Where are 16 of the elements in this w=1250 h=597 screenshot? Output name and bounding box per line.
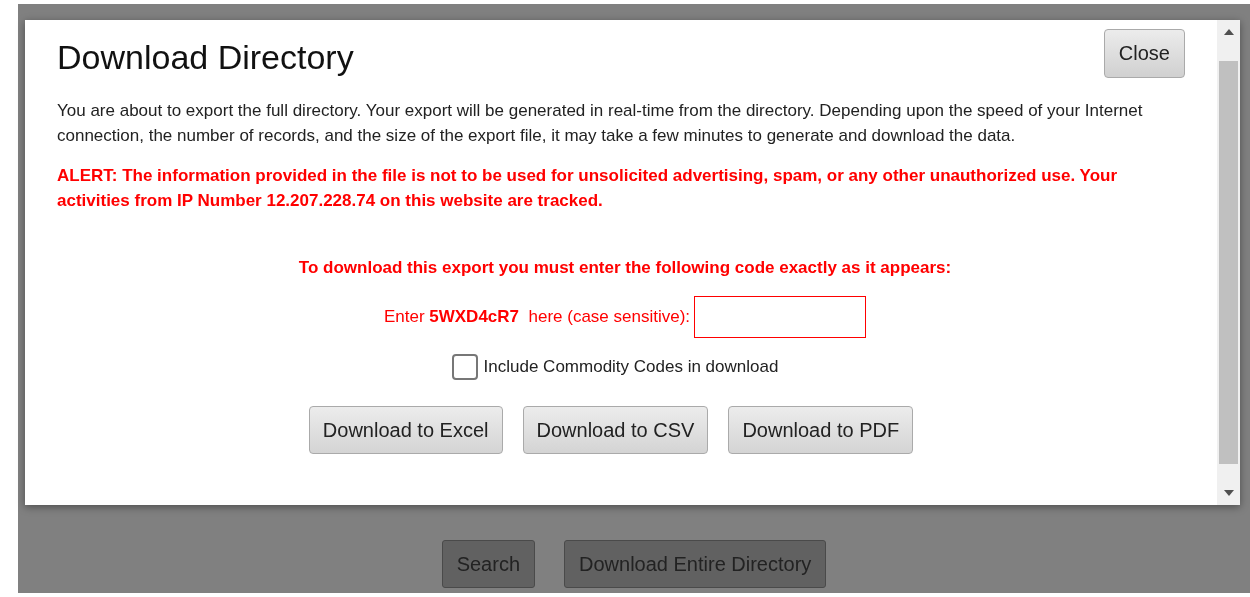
alert-text: ALERT: The information provided in the file is not to be used for unsolicited advertising, spam, or any other unauthorized use. Your activities from IP Number 12.207.228.74 on this website are tracked. xyxy=(57,165,1119,212)
scrollbar[interactable] xyxy=(1217,20,1240,505)
download-button[interactable]: Download to CSV xyxy=(522,406,709,454)
checkbox-label: Include Commodity Codes in download xyxy=(483,357,779,377)
scroll-down-icon[interactable] xyxy=(1223,490,1234,496)
scrollbar-thumb[interactable] xyxy=(1219,61,1238,464)
close-button[interactable]: Close xyxy=(1103,29,1185,78)
checkbox[interactable] xyxy=(451,354,478,380)
download-button[interactable]: Download to PDF xyxy=(728,406,914,454)
instruction-text: To download this export you must enter the following code exactly as it appears: xyxy=(297,258,953,278)
code-input-field[interactable] xyxy=(694,296,867,338)
dialog-title: Download Directory xyxy=(57,38,354,77)
description-text: You are about to export the full directory. Your export will be generated in real-time from the directory. Depending upon the speed of your Internet connection, the number of records, and the size of the export file, it may take a few minutes to generate and download the data. xyxy=(57,100,1144,147)
scroll-up-icon[interactable] xyxy=(1223,29,1234,35)
code-prompt: Enter 5WXD4cR7 here (case sensitive): xyxy=(383,307,691,327)
download-button[interactable]: Download to Excel xyxy=(308,406,503,454)
